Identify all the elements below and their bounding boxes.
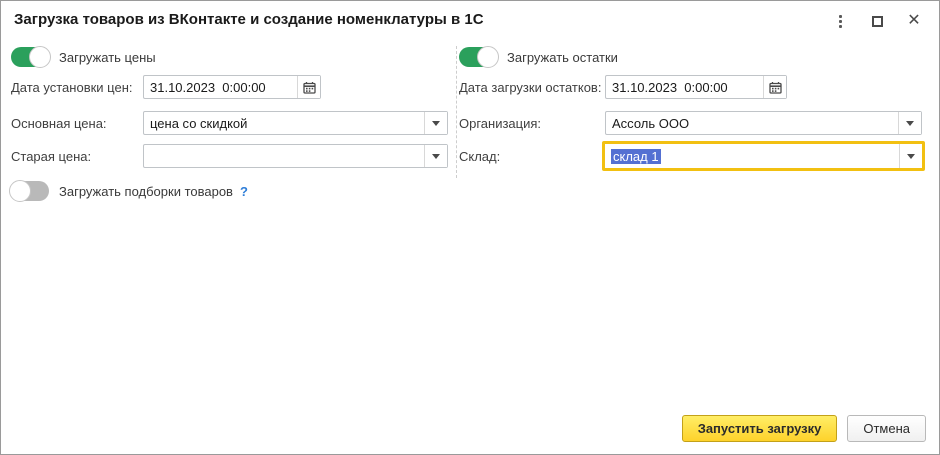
footer-actions: Запустить загрузку Отмена [682,415,926,442]
warehouse-label: Склад: [459,149,605,164]
old-price-dropdown-button[interactable] [424,145,447,167]
close-button[interactable]: ✕ [905,12,923,30]
more-menu-button[interactable] [831,12,849,30]
load-prices-label: Загружать цены [59,50,156,65]
organization-label: Организация: [459,116,605,131]
title-bar: Загрузка товаров из ВКонтакте и создание… [1,1,939,41]
stock-date-field[interactable]: 31.10.2023 0:00:00 [605,75,787,99]
load-collections-label: Загружать подборки товаров [59,184,233,199]
organization-select[interactable]: Ассоль ООО [605,111,922,135]
stock-section: Загружать остатки Дата загрузки остатков… [459,46,931,180]
warehouse-dropdown-button[interactable] [899,144,922,168]
stock-date-calendar-button[interactable] [763,76,786,98]
dialog-window: Загрузка товаров из ВКонтакте и создание… [0,0,940,455]
kebab-icon [839,15,842,28]
toggle-knob [9,180,31,202]
price-date-field[interactable]: 31.10.2023 0:00:00 [143,75,321,99]
main-price-select[interactable]: цена со скидкой [143,111,448,135]
old-price-label: Старая цена: [11,149,143,164]
load-stock-toggle[interactable] [459,47,497,67]
toggle-knob [477,46,499,68]
main-price-value: цена со скидкой [144,112,424,134]
organization-dropdown-button[interactable] [898,112,921,134]
maximize-button[interactable] [868,12,886,30]
chevron-down-icon [906,121,914,126]
warehouse-select[interactable]: склад 1 [605,144,922,168]
window-controls: ✕ [831,12,923,30]
toggle-knob [29,46,51,68]
prices-section: Загружать цены Дата установки цен: 31.10… [11,46,449,209]
help-link[interactable]: ? [240,184,248,199]
main-price-dropdown-button[interactable] [424,112,447,134]
chevron-down-icon [432,121,440,126]
chevron-down-icon [907,154,915,159]
chevron-down-icon [432,154,440,159]
price-date-value: 31.10.2023 0:00:00 [144,76,297,98]
old-price-select[interactable] [143,144,448,168]
run-import-button[interactable]: Запустить загрузку [682,415,838,442]
calendar-icon [303,81,316,94]
maximize-icon [872,16,883,27]
warehouse-value: склад 1 [605,144,899,168]
organization-value: Ассоль ООО [606,112,898,134]
old-price-value [144,145,424,167]
main-price-label: Основная цена: [11,116,143,131]
stock-date-value: 31.10.2023 0:00:00 [606,76,763,98]
page-title: Загрузка товаров из ВКонтакте и создание… [14,11,484,28]
selected-text: склад 1 [611,149,661,164]
cancel-button[interactable]: Отмена [847,415,926,442]
load-prices-toggle[interactable] [11,47,49,67]
warehouse-focus-ring: склад 1 [602,141,925,171]
close-icon: ✕ [907,13,920,29]
calendar-icon [769,81,782,94]
stock-date-label: Дата загрузки остатков: [459,80,605,95]
column-separator [456,46,457,178]
load-collections-toggle[interactable] [11,181,49,201]
price-date-calendar-button[interactable] [297,76,320,98]
price-date-label: Дата установки цен: [11,80,143,95]
load-stock-label: Загружать остатки [507,50,618,65]
